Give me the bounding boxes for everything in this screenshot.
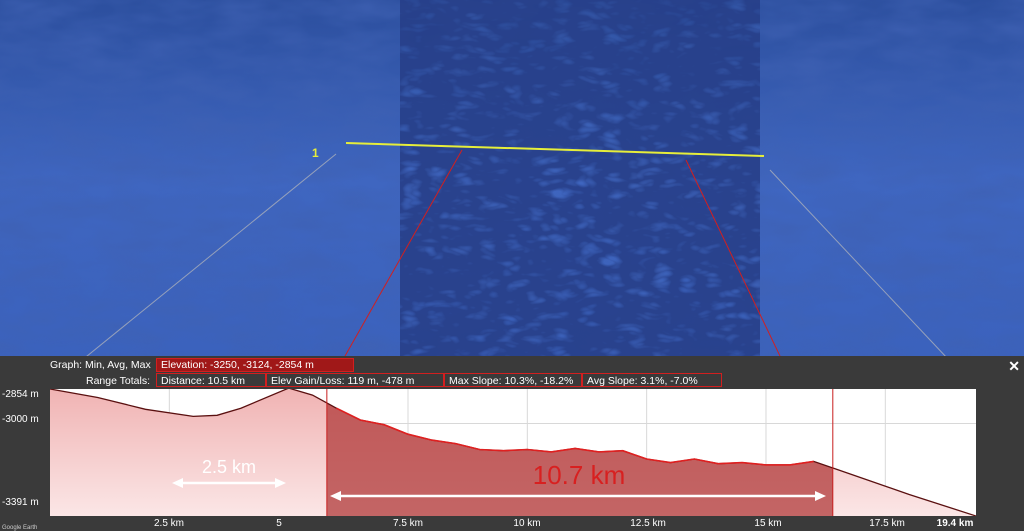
selected-span-label: 10.7 km xyxy=(533,460,626,490)
elevation-box: Elevation: -3250, -3124, -2854 m xyxy=(156,358,354,372)
google-earth-logo: Google Earth xyxy=(2,525,38,531)
max-slope-value: Max Slope: 10.3%, -18.2% xyxy=(449,375,574,387)
x-tick-label: 2.5 km xyxy=(153,518,185,529)
range-totals-label: Range Totals: xyxy=(86,375,151,387)
distance-box: Distance: 10.5 km xyxy=(156,373,266,387)
left-span-label: 2.5 km xyxy=(202,457,256,477)
terrain-map-view[interactable] xyxy=(0,0,1024,356)
x-tick-label: 5 xyxy=(276,518,282,529)
elev-gain-loss-box: Elev Gain/Loss: 119 m, -478 m xyxy=(266,373,444,387)
max-slope-box: Max Slope: 10.3%, -18.2% xyxy=(444,373,582,387)
elevation-values: -3250, -3124, -2854 m xyxy=(210,359,314,371)
graph-mode-label[interactable]: Graph: Min, Avg, Max xyxy=(50,359,151,371)
x-tick-label: 19.4 km xyxy=(936,518,974,529)
x-tick-label: 12.5 km xyxy=(630,518,666,529)
elevation-profile-chart[interactable]: 2.5 km 10.7 km xyxy=(50,389,976,516)
x-tick-label: 7.5 km xyxy=(392,518,424,529)
y-tick-label: -3000 m xyxy=(2,414,39,425)
x-tick-label: 10 km xyxy=(513,518,541,529)
elevation-label: Elevation: xyxy=(161,359,208,371)
y-tick-label: -3391 m xyxy=(2,497,39,508)
avg-slope-box: Avg Slope: 3.1%, -7.0% xyxy=(582,373,722,387)
distance-value: Distance: 10.5 km xyxy=(161,375,246,387)
elev-gain-loss-value: Elev Gain/Loss: 119 m, -478 m xyxy=(271,375,415,387)
elevation-profile-panel[interactable]: Graph: Min, Avg, Max Elevation: -3250, -… xyxy=(0,356,1024,531)
x-tick-label: 15 km xyxy=(754,518,782,529)
avg-slope-value: Avg Slope: 3.1%, -7.0% xyxy=(587,375,698,387)
x-tick-label: 17.5 km xyxy=(869,518,905,529)
path-marker-label: 1 xyxy=(312,146,319,160)
y-tick-label: -2854 m xyxy=(2,389,39,400)
close-icon[interactable]: ✕ xyxy=(1008,358,1020,375)
